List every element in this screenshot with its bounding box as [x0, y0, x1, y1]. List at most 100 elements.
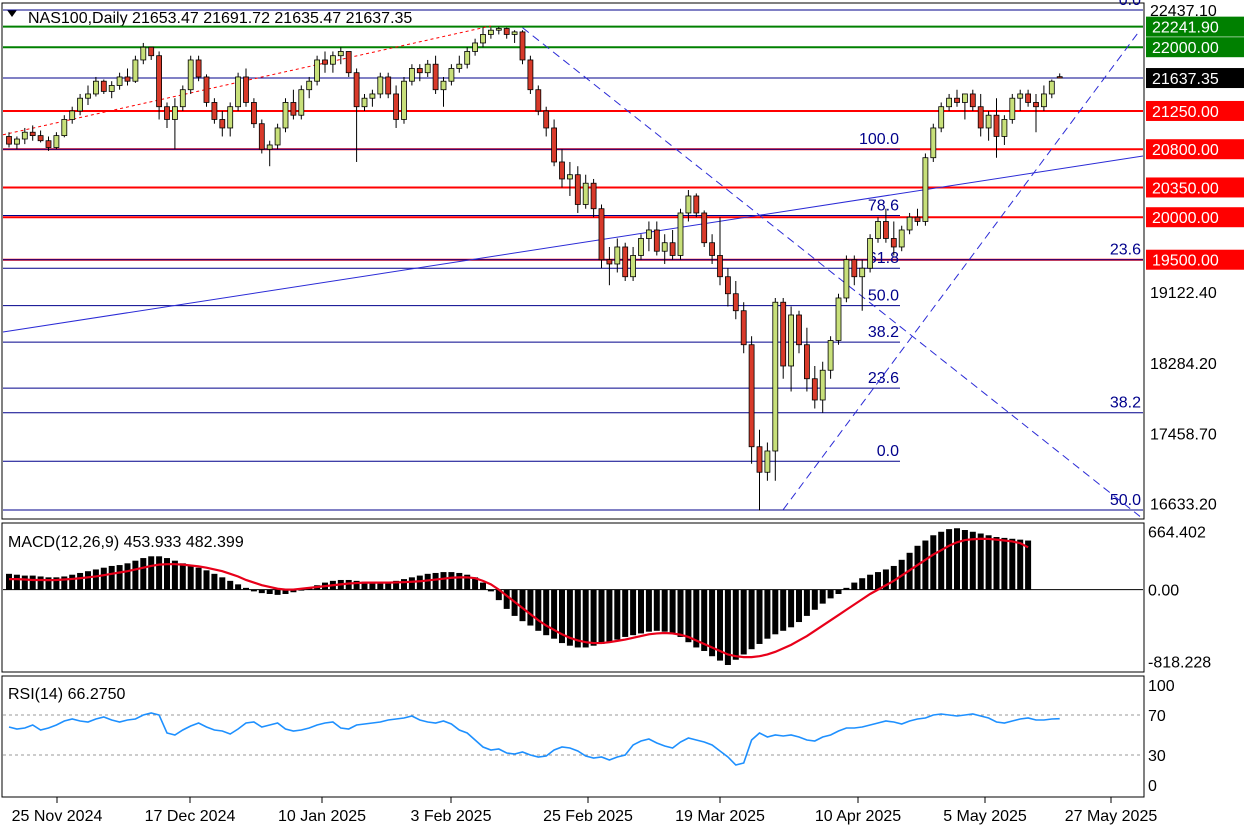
candle-up [788, 314, 794, 367]
x-axis-label: 27 May 2025 [1065, 808, 1158, 825]
candle-up [819, 369, 826, 401]
price-axis-label: 19122.40 [1150, 285, 1217, 302]
candle-down [606, 259, 613, 265]
macd-histogram-bar [598, 589, 605, 644]
candle-up [511, 31, 518, 35]
candle-up [408, 68, 415, 82]
macd-histogram-bar [448, 572, 455, 590]
candle-down [258, 123, 265, 150]
candle-down [622, 246, 629, 278]
candle-up [685, 195, 692, 214]
candle-down [993, 114, 1000, 137]
macd-histogram-bar [835, 589, 842, 594]
candle-down [748, 344, 755, 448]
macd-histogram-bar [148, 556, 155, 590]
candle-up [93, 80, 99, 95]
candle-up [835, 297, 842, 341]
candle-up [13, 138, 20, 145]
macd-histogram-bar [92, 569, 99, 590]
candle-up [108, 85, 115, 92]
macd-axis-label: 0.00 [1148, 583, 1179, 600]
x-axis-label: 25 Nov 2024 [12, 808, 103, 825]
candle-down [914, 216, 921, 222]
candle-down [717, 255, 723, 278]
candle-down [6, 136, 12, 145]
candle-down [29, 131, 36, 137]
candle-up [898, 229, 905, 248]
fib-level-label: 0.0 [1119, 0, 1141, 9]
macd-histogram-bar [211, 573, 218, 590]
macd-histogram-bar [487, 589, 494, 592]
macd-histogram-bar [1025, 540, 1032, 590]
macd-axis-label: -818.228 [1148, 654, 1211, 671]
candle-up [487, 29, 494, 35]
fib-level-label: 100.0 [859, 131, 899, 148]
candle-up [187, 59, 194, 91]
macd-histogram-bar [875, 572, 881, 590]
macd-histogram-bar [116, 565, 123, 590]
candle-up [859, 267, 866, 278]
candle-up [638, 238, 644, 256]
price-level-badge-label: 19500.00 [1152, 253, 1219, 270]
candle-up [314, 59, 321, 82]
price-level-badge-label: 20800.00 [1152, 142, 1219, 159]
macd-histogram-bar [440, 572, 447, 590]
candle-down [701, 212, 708, 244]
price-level-badge-label: 21637.35 [1152, 71, 1219, 88]
macd-histogram-bar [701, 589, 708, 651]
macd-histogram-bar [796, 589, 802, 623]
candle-down [811, 378, 818, 401]
symbol-ohlc-header: NAS100,Daily 21653.47 21691.72 21635.47 … [28, 10, 412, 27]
macd-histogram-bar [37, 576, 44, 590]
macd-histogram-bar [922, 540, 929, 590]
candle-up [938, 106, 945, 129]
candle-up [646, 229, 652, 239]
candle-down [100, 80, 107, 92]
x-axis-label: 5 May 2025 [943, 808, 1027, 825]
macd-histogram-bar [432, 572, 439, 590]
candle-down [535, 89, 542, 112]
candle-up [440, 80, 447, 91]
candle-up [867, 238, 873, 269]
macd-histogram-bar [851, 582, 858, 590]
candle-down [780, 301, 787, 367]
macd-histogram-bar [685, 589, 692, 643]
macd-histogram-bar [543, 589, 550, 636]
candle-down [243, 76, 249, 103]
macd-histogram-bar [203, 570, 210, 590]
macd-histogram-bar [21, 575, 28, 590]
macd-histogram-bar [408, 577, 415, 590]
trading-chart[interactable]: NAS100,Daily 21653.47 21691.72 21635.47 … [0, 0, 1248, 832]
candle-up [171, 106, 178, 120]
macd-histogram-bar [772, 589, 779, 635]
candle-down [219, 119, 226, 129]
macd-histogram-bar [187, 565, 194, 590]
macd-histogram-bar [843, 587, 850, 590]
macd-histogram-bar [132, 560, 139, 590]
macd-histogram-bar [535, 589, 542, 631]
macd-histogram-bar [274, 589, 281, 595]
macd-histogram-bar [827, 589, 834, 599]
macd-histogram-bar [811, 589, 818, 610]
candle-up [274, 127, 281, 146]
fib-level-label: 0.0 [877, 443, 899, 460]
candle-down [195, 59, 202, 78]
candle-up [424, 63, 431, 74]
price-level-badge-label: 22000.00 [1152, 40, 1219, 57]
candle-up [227, 106, 234, 129]
candle-down [693, 195, 700, 214]
rsi-title: RSI(14) 66.2750 [8, 686, 126, 703]
macd-histogram-bar [748, 589, 755, 650]
candle-down [393, 93, 400, 120]
macd-histogram-bar [29, 575, 36, 590]
candle-up [495, 28, 502, 31]
candle-down [669, 242, 676, 256]
fib-level-label: 23.6 [1110, 242, 1141, 259]
candle-down [969, 93, 976, 108]
x-axis-label: 19 Mar 2025 [675, 808, 765, 825]
candle-down [37, 135, 44, 142]
candle-up [1041, 93, 1047, 108]
candle-up [772, 301, 779, 452]
candle-down [345, 51, 352, 74]
candle-down [551, 127, 557, 163]
